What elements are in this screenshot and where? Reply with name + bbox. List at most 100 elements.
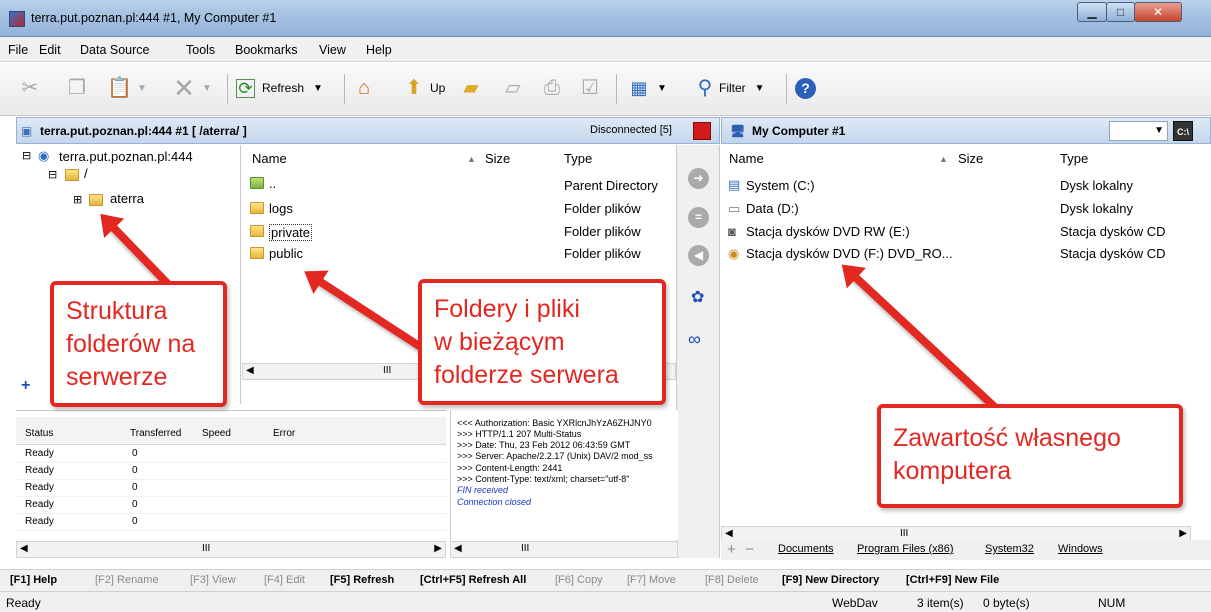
file-row-name[interactable]: logs bbox=[269, 201, 293, 216]
scroll-right-icon[interactable]: ▶ bbox=[1179, 528, 1187, 539]
app-icon bbox=[9, 11, 25, 27]
scroll-grip[interactable]: III bbox=[383, 365, 391, 376]
close-button[interactable]: ✕ bbox=[1134, 2, 1182, 22]
file-row-name[interactable]: private bbox=[269, 224, 313, 241]
drive-combo[interactable]: ▼ bbox=[1109, 121, 1168, 141]
scroll-grip[interactable]: III bbox=[900, 528, 908, 539]
queue-row[interactable]: Ready 0 bbox=[16, 497, 446, 514]
f5-refresh[interactable]: [F5] Refresh bbox=[330, 574, 394, 586]
cut-button[interactable]: ✂ bbox=[18, 73, 42, 103]
column-size[interactable]: Size bbox=[958, 151, 983, 166]
menu-bookmarks[interactable]: Bookmarks bbox=[235, 43, 298, 57]
scroll-grip[interactable]: III bbox=[521, 543, 529, 554]
ctrl-f9-new-file[interactable]: [Ctrl+F9] New File bbox=[906, 574, 999, 586]
tab-documents[interactable]: Documents bbox=[778, 543, 834, 555]
column-name[interactable]: Name bbox=[252, 151, 287, 166]
log-scrollbar[interactable]: ◀ III bbox=[450, 541, 678, 558]
queue-row[interactable]: Ready 0 bbox=[16, 446, 446, 463]
column-name[interactable]: Name bbox=[729, 151, 764, 166]
tree-expander[interactable]: ⊟ bbox=[22, 149, 31, 162]
file-row-type: Folder plików bbox=[564, 224, 641, 239]
drive-row-name[interactable]: Stacja dysków DVD RW (E:) bbox=[746, 224, 910, 239]
add-icon[interactable]: + bbox=[21, 377, 30, 395]
parent-directory-icon bbox=[250, 176, 264, 191]
help-button[interactable]: ? bbox=[795, 73, 816, 103]
copy-left-icon[interactable]: ◀ bbox=[688, 245, 709, 266]
tab-system32[interactable]: System32 bbox=[985, 543, 1034, 555]
eraser-button[interactable]: ▱ bbox=[501, 73, 525, 103]
f3-view[interactable]: [F3] View bbox=[190, 574, 236, 586]
drive-row-name[interactable]: Data (D:) bbox=[746, 201, 799, 216]
annotation-tree-structure: Struktura folderów na serwerze bbox=[50, 281, 227, 407]
scroll-left-icon[interactable]: ◀ bbox=[725, 528, 733, 539]
queue-column-speed[interactable]: Speed bbox=[202, 428, 231, 439]
scroll-left-icon[interactable]: ◀ bbox=[454, 543, 462, 554]
queue-row[interactable]: Ready 0 bbox=[16, 463, 446, 480]
disconnect-icon[interactable] bbox=[693, 122, 711, 140]
maximize-button[interactable]: □ bbox=[1106, 2, 1135, 22]
menu-edit[interactable]: Edit bbox=[39, 43, 61, 57]
tree-node-slash[interactable]: / bbox=[84, 166, 88, 181]
menu-view[interactable]: View bbox=[319, 43, 346, 57]
menu-tools[interactable]: Tools bbox=[186, 43, 215, 57]
filter-button[interactable]: ⚲ Filter ▼ bbox=[693, 73, 765, 103]
delete-button[interactable]: ✕ ▼ bbox=[172, 73, 212, 103]
file-row-name[interactable]: public bbox=[269, 246, 303, 261]
connection-log: <<< Authorization: Basic YXRlcnJhYzA6ZHJ… bbox=[450, 410, 678, 540]
scroll-left-icon[interactable]: ◀ bbox=[20, 543, 28, 554]
queue-scrollbar[interactable]: ◀ III ▶ bbox=[16, 541, 446, 558]
column-size[interactable]: Size bbox=[485, 151, 510, 166]
f2-rename[interactable]: [F2] Rename bbox=[95, 574, 159, 586]
folder-icon bbox=[89, 193, 103, 208]
refresh-button[interactable]: ⟳ Refresh ▼ bbox=[236, 73, 323, 103]
console-icon[interactable]: C:\ bbox=[1173, 121, 1193, 141]
f1-help[interactable]: [F1] Help bbox=[10, 574, 57, 586]
scroll-left-icon[interactable]: ◀ bbox=[246, 365, 254, 376]
queue-column-status[interactable]: Status bbox=[25, 428, 53, 439]
f7-move[interactable]: [F7] Move bbox=[627, 574, 676, 586]
f8-delete[interactable]: [F8] Delete bbox=[705, 574, 759, 586]
ctrl-f5-refresh-all[interactable]: [Ctrl+F5] Refresh All bbox=[420, 574, 526, 586]
scroll-grip[interactable]: III bbox=[202, 543, 210, 554]
print-button[interactable]: ⎙ bbox=[540, 73, 564, 103]
remove-tab-icon[interactable]: − bbox=[745, 541, 754, 558]
minimize-button[interactable]: ▁ bbox=[1077, 2, 1107, 22]
tab-windows[interactable]: Windows bbox=[1058, 543, 1103, 555]
menu-file[interactable]: File bbox=[8, 43, 28, 57]
up-button[interactable]: ⬆ Up bbox=[402, 73, 446, 103]
queue-column-error[interactable]: Error bbox=[273, 428, 295, 439]
paste-button[interactable]: 📋 ▼ bbox=[107, 73, 147, 103]
f9-new-directory[interactable]: [F9] New Directory bbox=[782, 574, 879, 586]
copy-right-icon[interactable]: ➜ bbox=[688, 168, 709, 189]
add-tab-icon[interactable]: + bbox=[727, 541, 736, 558]
drive-row-type: Dysk lokalny bbox=[1060, 178, 1133, 193]
column-type[interactable]: Type bbox=[564, 151, 592, 166]
link-icon[interactable]: ∞ bbox=[688, 329, 701, 350]
f4-edit[interactable]: [F4] Edit bbox=[264, 574, 305, 586]
queue-column-transferred[interactable]: Transferred bbox=[130, 428, 181, 439]
tree-node-aterra[interactable]: aterra bbox=[110, 191, 144, 206]
home-button[interactable]: ⌂ bbox=[352, 73, 376, 103]
tree-expander[interactable]: ⊟ bbox=[48, 168, 57, 181]
drive-row-type: Dysk lokalny bbox=[1060, 201, 1133, 216]
equal-icon[interactable]: = bbox=[688, 207, 709, 228]
column-type[interactable]: Type bbox=[1060, 151, 1088, 166]
printer-icon: ⎙ bbox=[544, 77, 560, 99]
f6-copy[interactable]: [F6] Copy bbox=[555, 574, 603, 586]
tree-node-root[interactable]: terra.put.poznan.pl:444 bbox=[59, 149, 193, 164]
drive-row-name[interactable]: System (C:) bbox=[746, 178, 815, 193]
queue-row[interactable]: Ready 0 bbox=[16, 480, 446, 497]
server-icon: ◉ bbox=[38, 148, 50, 163]
tab-program-files[interactable]: Program Files (x86) bbox=[857, 543, 954, 555]
menu-data-source[interactable]: Data Source bbox=[80, 43, 149, 57]
checklist-button[interactable]: ☑ bbox=[578, 73, 602, 103]
copy-button[interactable]: ❐ bbox=[65, 73, 89, 103]
menu-help[interactable]: Help bbox=[366, 43, 392, 57]
file-row-name[interactable]: .. bbox=[269, 176, 276, 191]
tree-expander[interactable]: ⊞ bbox=[73, 193, 82, 206]
open-folder-button[interactable]: ▰ bbox=[459, 73, 483, 103]
queue-row[interactable]: Ready 0 bbox=[16, 514, 446, 531]
sync-icon[interactable]: ✿ bbox=[691, 287, 704, 307]
view-mode-button[interactable]: ▦ ▼ bbox=[627, 73, 666, 103]
scroll-right-icon[interactable]: ▶ bbox=[434, 543, 442, 554]
